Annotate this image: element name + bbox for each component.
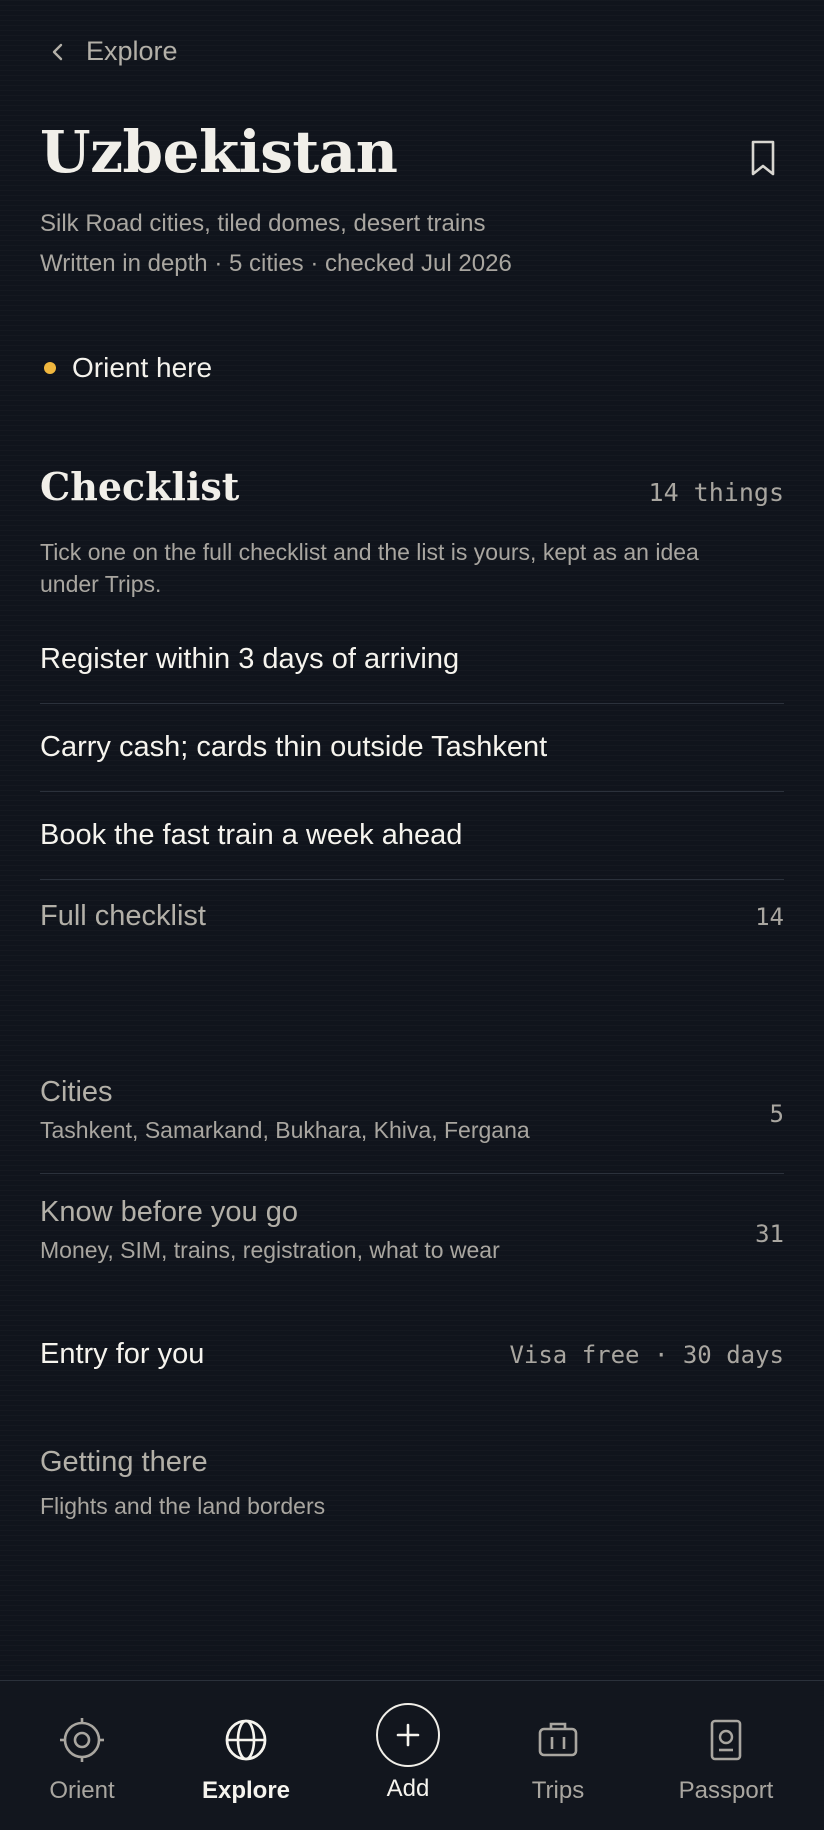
cities-title: Cities	[40, 1076, 113, 1108]
plus-icon	[376, 1703, 440, 1767]
target-icon	[57, 1715, 107, 1765]
checklist-description: Tick one on the full checklist and the l…	[40, 539, 699, 597]
bookmark-icon[interactable]	[748, 138, 778, 178]
tab-label: Add	[386, 1775, 430, 1802]
full-checklist-link[interactable]: Full checklist 14	[40, 900, 784, 933]
orient-here-link[interactable]: Orient here	[40, 352, 212, 384]
chevron-left-icon	[52, 43, 63, 60]
full-checklist-label: Full checklist	[40, 900, 206, 932]
tab-label: Explore	[201, 1777, 291, 1804]
orient-label: Orient here	[72, 352, 213, 383]
entry-value: Visa free · 30 days	[509, 1340, 784, 1369]
bottom-nav: Orient Explore Add Trips Passport	[0, 1680, 824, 1830]
know-count: 31	[755, 1220, 784, 1248]
passport-icon	[701, 1715, 751, 1765]
back-button[interactable]: Explore	[44, 36, 178, 67]
entry-row[interactable]: Entry for you Visa free · 30 days	[40, 1338, 784, 1371]
page-title: Uzbekistan	[40, 118, 398, 186]
know-title: Know before you go	[40, 1196, 298, 1228]
getting-there-row[interactable]: Getting there Flights and the land borde…	[40, 1446, 325, 1520]
page-subtitle: Silk Road cities, tiled domes, desert tr…	[40, 210, 486, 237]
checklist-count: 14 things	[648, 478, 784, 507]
back-label: Explore	[86, 36, 178, 66]
entry-title: Entry for you	[40, 1338, 205, 1370]
getting-subtitle: Flights and the land borders	[40, 1493, 326, 1519]
tab-trips[interactable]: Trips	[518, 1681, 598, 1830]
checklist-item[interactable]: Register within 3 days of arriving	[40, 616, 784, 704]
checklist-item[interactable]: Carry cash; cards thin outside Tashkent	[40, 704, 784, 792]
know-subtitle: Money, SIM, trains, registration, what t…	[40, 1237, 500, 1263]
tab-orient[interactable]: Orient	[38, 1681, 126, 1830]
globe-icon	[221, 1715, 271, 1765]
briefcase-icon	[533, 1715, 583, 1765]
tab-label: Orient	[49, 1777, 115, 1804]
know-before-you-go-row[interactable]: Know before you go Money, SIM, trains, r…	[40, 1196, 784, 1276]
tab-passport[interactable]: Passport	[670, 1681, 782, 1830]
tab-explore[interactable]: Explore	[196, 1681, 296, 1830]
cities-row[interactable]: Cities Tashkent, Samarkand, Bukhara, Khi…	[40, 1074, 784, 1174]
tab-label: Trips	[531, 1777, 585, 1804]
full-checklist-count: 14	[755, 902, 784, 931]
page-meta: Written in depth · 5 cities · checked Ju…	[40, 250, 512, 277]
checklist-heading: Checklist	[40, 464, 240, 509]
cities-subtitle: Tashkent, Samarkand, Bukhara, Khiva, Fer…	[40, 1117, 530, 1143]
tab-label: Passport	[678, 1777, 774, 1804]
getting-title: Getting there	[40, 1446, 208, 1478]
cities-count: 5	[769, 1100, 784, 1128]
tab-add[interactable]: Add	[370, 1681, 446, 1830]
status-dot	[44, 362, 56, 374]
country-page: Explore Uzbekistan Silk Road cities, til…	[0, 0, 824, 1680]
checklist-item[interactable]: Book the fast train a week ahead	[40, 792, 784, 880]
